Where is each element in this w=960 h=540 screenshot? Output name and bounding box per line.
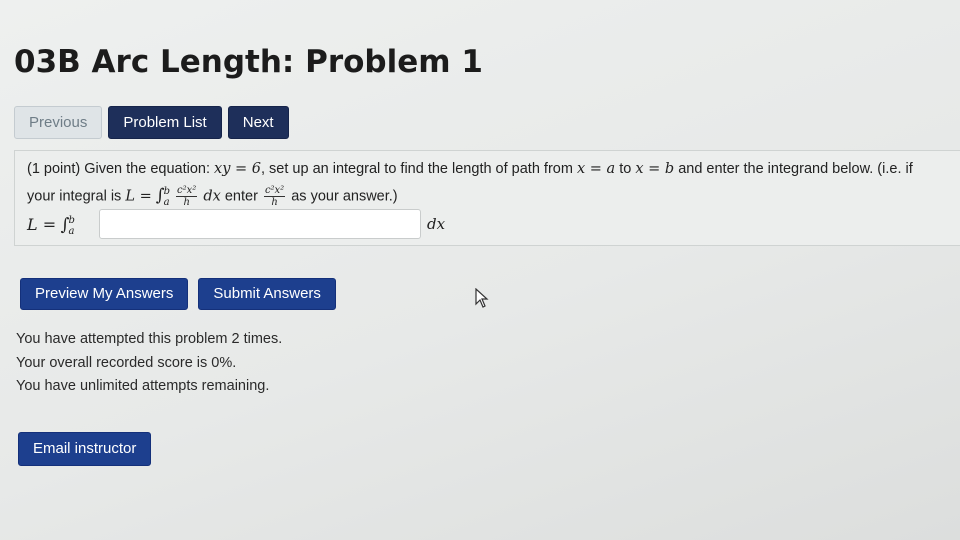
answer-differential: dx [427,215,446,233]
fraction-numerator: c²x² [263,185,286,197]
problem-box: (1 point) Given the equation: xy = 6, se… [14,150,960,246]
integral-limits: ba [164,186,170,208]
problem-list-button[interactable]: Problem List [108,106,222,139]
previous-button[interactable]: Previous [14,106,103,139]
email-instructor-button[interactable]: Email instructor [18,432,152,466]
upper-bound-expr: x = b [635,161,675,177]
problem-text: (1 point) Given the equation: [27,161,210,177]
score-text: Your overall recorded score is 0%. [16,354,237,371]
equation: xy = 6 [214,161,261,177]
answer-actions: Preview My Answers Submit Answers [20,278,336,310]
example-answer-fraction: c²x² h [263,185,286,208]
problem-text: to [619,161,632,177]
answer-input[interactable] [99,209,421,239]
integral-upper: b [163,185,171,197]
integral-limits: ba [68,215,74,237]
attempt-status: You have attempted this problem 2 times.… [16,328,282,399]
differential: dx [203,188,221,205]
problem-text: , set up an integral to find the length … [260,161,573,177]
problem-nav: Previous Problem List Next [14,106,289,139]
problem-statement-line1: (1 point) Given the equation: xy = 6, se… [27,161,913,177]
lower-bound-expr: x = a [576,161,616,177]
preview-answers-button[interactable]: Preview My Answers [20,278,189,310]
fraction-denominator: h [271,197,278,208]
problem-text: enter [224,188,258,205]
problem-text: as your answer.) [291,188,398,205]
page-title: 03B Arc Length: Problem 1 [14,44,483,80]
problem-statement-line2: your integral is L = ∫ b a c²x² h dx enter … [27,185,398,208]
integral-lhs: L = [125,188,152,205]
problem-text: and enter the integrand below. (i.e. if [678,161,913,177]
integral-lower: a [68,226,75,237]
next-button[interactable]: Next [227,106,289,139]
attempts-text: You have attempted this problem 2 times. [16,331,283,347]
integral-upper: b [68,215,75,226]
submit-answers-button[interactable]: Submit Answers [198,278,336,310]
answer-label: L = ∫ b a [27,215,75,237]
remaining-text: You have unlimited attempts remaining. [16,378,270,394]
mouse-pointer-icon [475,288,489,308]
integral-lower: a [163,196,170,208]
fraction-numerator: c²x² [176,185,198,197]
fraction-denominator: h [183,197,190,208]
answer-lhs: L = [27,215,57,235]
problem-text: your integral is [27,188,122,205]
example-fraction: c²x² h [176,185,198,208]
